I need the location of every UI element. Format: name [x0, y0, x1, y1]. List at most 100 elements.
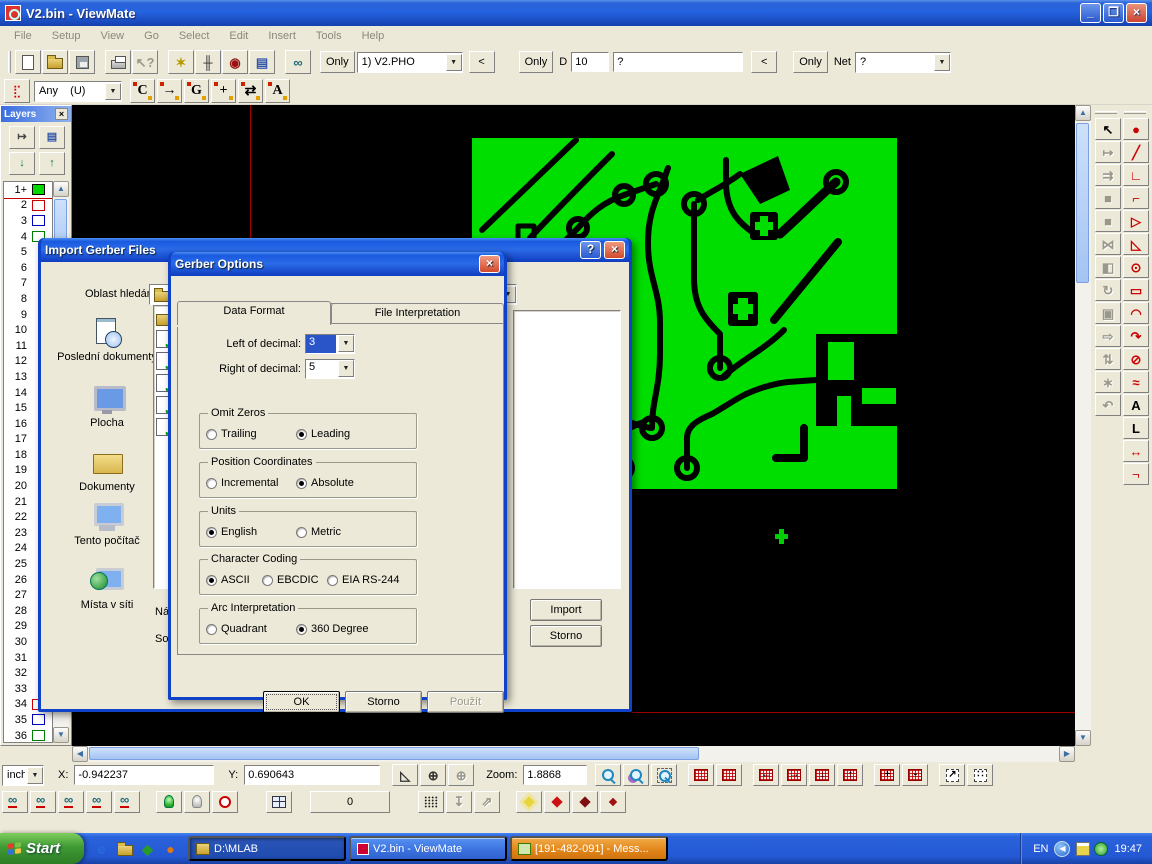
palette-handle[interactable]: [1124, 111, 1146, 114]
tab-data-format[interactable]: Data Format: [177, 301, 331, 325]
film-move-down[interactable]: ↓: [809, 764, 835, 786]
chevron-down-icon[interactable]: ▼: [934, 54, 950, 71]
draw-fan-trace[interactable]: ▷: [1123, 210, 1149, 232]
print[interactable]: [105, 50, 131, 74]
toolbar-handle[interactable]: [8, 51, 11, 73]
dcode-prev-button[interactable]: <: [751, 51, 777, 73]
flash-red[interactable]: [544, 791, 570, 813]
only-net-button[interactable]: Only: [793, 51, 828, 73]
left-of-decimal-combo[interactable]: 3 ▼: [305, 334, 355, 354]
highlight-ring[interactable]: [212, 791, 238, 813]
quad-view[interactable]: [266, 791, 292, 813]
zoom-dcode[interactable]: [623, 764, 649, 786]
highlight-text[interactable]: A: [265, 79, 290, 103]
flash-highlight[interactable]: [516, 791, 542, 813]
only-dcode-button[interactable]: Only: [519, 51, 554, 73]
measure-width[interactable]: ↔: [1123, 440, 1149, 462]
select-type-combo[interactable]: Any (U) ▼: [34, 81, 122, 102]
zoom-window[interactable]: [651, 764, 677, 786]
menu-select[interactable]: Select: [169, 28, 220, 44]
item-properties[interactable]: ∗: [1095, 371, 1121, 393]
radio-quadrant[interactable]: Quadrant: [206, 623, 267, 635]
radio-ebcdic[interactable]: EBCDIC: [262, 574, 319, 586]
storno-button[interactable]: Storno: [345, 691, 422, 713]
maximize-button[interactable]: ❐: [1103, 3, 1124, 23]
draw-arc[interactable]: ↷: [1123, 325, 1149, 347]
selection-anchor-button[interactable]: ⣏: [4, 79, 30, 103]
highlight-net[interactable]: ⇄: [238, 79, 263, 103]
flash-dark[interactable]: [572, 791, 598, 813]
dcode-input[interactable]: 10: [571, 52, 609, 72]
file-explorer[interactable]: [115, 839, 134, 858]
help-icon[interactable]: ?: [580, 241, 601, 259]
layers-panel-title[interactable]: Layers ×: [1, 106, 71, 122]
menu-tools[interactable]: Tools: [306, 28, 352, 44]
swap-layers[interactable]: ⇅: [1095, 348, 1121, 370]
goto-item[interactable]: →: [157, 79, 182, 103]
draw-rectangle[interactable]: ▭: [1123, 279, 1149, 301]
net-combo[interactable]: ? ▼: [855, 52, 951, 73]
scroll-right-icon[interactable]: ▶: [1059, 746, 1075, 762]
film-colors[interactable]: ▤: [249, 50, 275, 74]
stretch-select[interactable]: ↗: [939, 764, 965, 786]
radio-leading[interactable]: Leading: [296, 428, 350, 440]
open-file[interactable]: [42, 50, 68, 74]
view-dcodes[interactable]: [2, 791, 28, 813]
film-add[interactable]: +: [874, 764, 900, 786]
highlight-pad[interactable]: +: [211, 79, 236, 103]
measure-glasses[interactable]: ∞: [285, 50, 311, 74]
draw-chord-arc[interactable]: ◠: [1123, 302, 1149, 324]
vertical-scroll-thumb[interactable]: [1076, 123, 1089, 283]
place-my-computer[interactable]: Tento počítač: [53, 502, 161, 547]
save-file[interactable]: [69, 50, 95, 74]
radio-metric[interactable]: Metric: [296, 526, 341, 538]
snap-grid[interactable]: [418, 791, 444, 813]
import-button[interactable]: Import: [530, 599, 602, 621]
array-tool[interactable]: ▣: [1095, 302, 1121, 324]
place-desktop[interactable]: Plocha: [53, 384, 161, 429]
active-layer-combo[interactable]: 1) V2.PHO ▼: [357, 52, 463, 73]
horizontal-scrollbar[interactable]: ◀ ▶: [72, 746, 1075, 762]
redraw-flash[interactable]: ✶: [168, 50, 194, 74]
layer-row[interactable]: 3: [4, 213, 52, 229]
radio-incremental[interactable]: Incremental: [206, 477, 278, 489]
palette-handle[interactable]: [1095, 111, 1117, 114]
menu-edit[interactable]: Edit: [219, 28, 258, 44]
film-move-left[interactable]: ←: [753, 764, 779, 786]
close-button[interactable]: ×: [1126, 3, 1147, 23]
menu-view[interactable]: View: [90, 28, 134, 44]
chevron-down-icon[interactable]: ▼: [27, 767, 43, 784]
close-icon[interactable]: ×: [604, 241, 625, 259]
vector-path[interactable]: ⇗: [474, 791, 500, 813]
zoom-tool[interactable]: [595, 764, 621, 786]
scroll-down-icon[interactable]: ▼: [53, 727, 69, 743]
horizontal-scroll-thumb[interactable]: [89, 747, 699, 760]
chevron-down-icon[interactable]: ▼: [105, 83, 121, 100]
notes-icon[interactable]: [1076, 842, 1090, 856]
radio-trailing[interactable]: Trailing: [206, 428, 257, 440]
radio-360-degree[interactable]: 360 Degree: [296, 623, 369, 635]
zoom-field[interactable]: 1.8868: [523, 765, 587, 785]
draw-polyline[interactable]: ∟: [1123, 164, 1149, 186]
tab-file-interpretation[interactable]: File Interpretation: [331, 303, 504, 323]
new-file[interactable]: [15, 50, 41, 74]
close-icon[interactable]: ×: [479, 255, 500, 273]
x-coordinate-field[interactable]: -0.942237: [74, 765, 214, 785]
chevron-down-icon[interactable]: ▼: [338, 335, 354, 352]
layer-colors[interactable]: ▤: [39, 126, 65, 149]
gerber-dialog-title-bar[interactable]: Gerber Options ×: [171, 252, 504, 276]
menu-setup[interactable]: Setup: [42, 28, 91, 44]
film-move-up[interactable]: ↑: [837, 764, 863, 786]
scroll-up-icon[interactable]: ▲: [1075, 105, 1091, 121]
move-layer-up[interactable]: ↑: [39, 152, 65, 175]
flash-small[interactable]: [600, 791, 626, 813]
filled-area-tool[interactable]: ■: [1095, 210, 1121, 232]
highlight-component[interactable]: C: [130, 79, 155, 103]
apply-button[interactable]: Použít: [427, 691, 504, 713]
scroll-left-icon[interactable]: ◀: [72, 746, 88, 762]
drill-info[interactable]: ◉: [222, 50, 248, 74]
layer-row[interactable]: 35: [4, 712, 52, 728]
scroll-up-icon[interactable]: ▲: [53, 181, 69, 197]
draw-line[interactable]: ╱: [1123, 141, 1149, 163]
grid-settings[interactable]: [716, 764, 742, 786]
